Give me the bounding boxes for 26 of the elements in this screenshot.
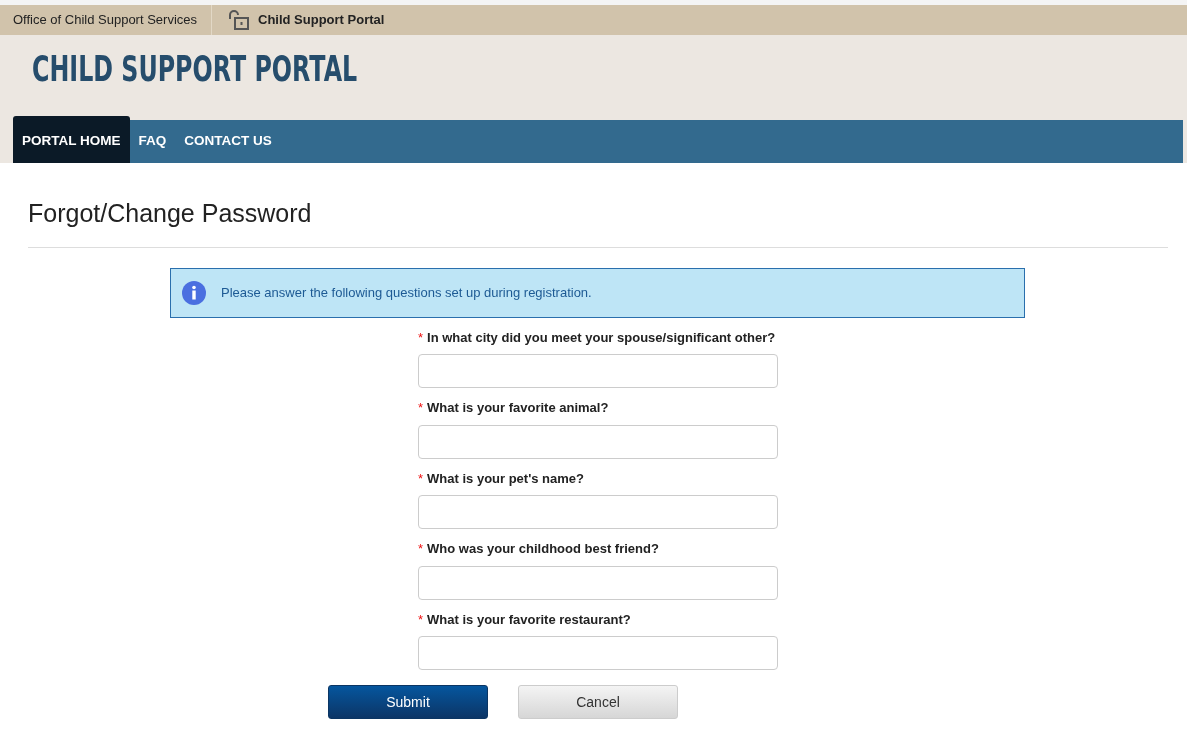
question-label: Who was your childhood best friend? bbox=[427, 541, 659, 556]
padlock-icon bbox=[228, 10, 250, 30]
info-icon bbox=[181, 279, 207, 306]
page-title: Forgot/Change Password bbox=[28, 198, 313, 229]
site-title: CHILD SUPPORT PORTAL bbox=[32, 51, 358, 87]
required-marker: * bbox=[418, 611, 424, 627]
submit-button[interactable]: Submit bbox=[328, 685, 488, 719]
answer-field[interactable] bbox=[418, 565, 778, 600]
required-marker: * bbox=[418, 329, 424, 345]
nav-link[interactable]: CONTACT US bbox=[175, 120, 281, 163]
question-label: What is your pet's name? bbox=[427, 470, 584, 486]
required-marker: * bbox=[418, 400, 424, 415]
nav-link[interactable]: FAQ bbox=[129, 120, 176, 163]
cancel-button[interactable]: Cancel bbox=[518, 685, 678, 719]
answer-field[interactable] bbox=[418, 424, 778, 459]
question-label: What is your favorite restaurant? bbox=[427, 611, 631, 627]
answer-field[interactable] bbox=[418, 354, 778, 388]
alert-text: Please answer the following questions set up during registration. bbox=[221, 283, 592, 302]
required-marker: * bbox=[418, 470, 424, 486]
current-page-crumb: Child Support Portal bbox=[258, 11, 385, 30]
question-label: In what city did you meet your spouse/significant other? bbox=[427, 329, 776, 345]
question-label: What is your favorite animal? bbox=[427, 400, 609, 415]
answer-field[interactable] bbox=[418, 636, 778, 670]
nav-link[interactable]: PORTAL HOME bbox=[13, 116, 130, 163]
required-marker: * bbox=[418, 541, 424, 556]
answer-field[interactable] bbox=[418, 495, 778, 529]
